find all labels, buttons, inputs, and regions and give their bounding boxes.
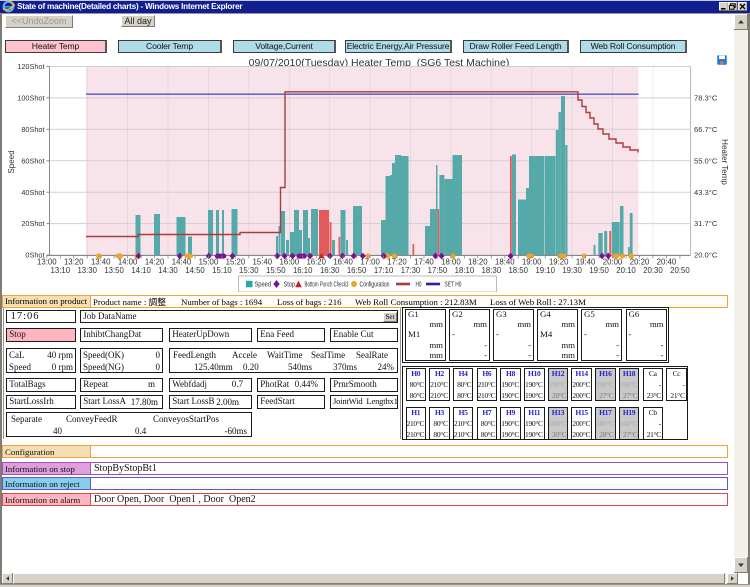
svg-text:Stop: Stop bbox=[284, 280, 296, 289]
svg-text:Speed: Speed bbox=[7, 150, 16, 173]
svg-text:20:30: 20:30 bbox=[643, 266, 663, 275]
svg-text:18:30: 18:30 bbox=[482, 266, 502, 275]
svg-text:16:50: 16:50 bbox=[347, 266, 367, 275]
svg-text:20:10: 20:10 bbox=[616, 266, 636, 275]
svg-text:16:30: 16:30 bbox=[320, 266, 340, 275]
svg-text:66.7°C: 66.7°C bbox=[694, 125, 718, 134]
svg-text:18:10: 18:10 bbox=[455, 266, 475, 275]
svg-text:15:50: 15:50 bbox=[266, 266, 286, 275]
svg-text:17:50: 17:50 bbox=[428, 266, 448, 275]
svg-text:20:50: 20:50 bbox=[670, 266, 690, 275]
svg-text:19:30: 19:30 bbox=[562, 266, 582, 275]
svg-text:15:10: 15:10 bbox=[212, 266, 232, 275]
svg-text:SET H0: SET H0 bbox=[445, 280, 462, 289]
svg-text:Speed: Speed bbox=[255, 280, 272, 289]
svg-text:43.3°C: 43.3°C bbox=[694, 188, 718, 197]
svg-text:100Shot: 100Shot bbox=[17, 94, 44, 103]
svg-text:14:50: 14:50 bbox=[185, 266, 205, 275]
svg-text:14:30: 14:30 bbox=[158, 266, 178, 275]
svg-text:Bottom Punch Check3: Bottom Punch Check3 bbox=[305, 280, 349, 289]
svg-text:60Shot: 60Shot bbox=[21, 156, 44, 165]
svg-text:H0: H0 bbox=[416, 280, 422, 289]
svg-text:13:10: 13:10 bbox=[51, 266, 71, 275]
svg-text:16:10: 16:10 bbox=[293, 266, 313, 275]
svg-text:31.7°C: 31.7°C bbox=[694, 219, 718, 228]
svg-text:55.0°C: 55.0°C bbox=[694, 156, 718, 165]
svg-text:14:10: 14:10 bbox=[131, 266, 151, 275]
svg-text:15:30: 15:30 bbox=[239, 266, 259, 275]
svg-text:20Shot: 20Shot bbox=[21, 219, 44, 228]
svg-text:20.0°C: 20.0°C bbox=[694, 251, 718, 260]
svg-text:40Shot: 40Shot bbox=[21, 188, 44, 197]
svg-text:17:10: 17:10 bbox=[374, 266, 394, 275]
svg-text:80Shot: 80Shot bbox=[21, 125, 44, 134]
svg-text:13:50: 13:50 bbox=[104, 266, 124, 275]
svg-text:18:50: 18:50 bbox=[508, 266, 528, 275]
svg-text:Configuration: Configuration bbox=[360, 280, 390, 289]
svg-text:19:50: 19:50 bbox=[589, 266, 609, 275]
svg-text:78.3°C: 78.3°C bbox=[694, 94, 718, 103]
svg-text:13:30: 13:30 bbox=[77, 266, 97, 275]
svg-text:17:30: 17:30 bbox=[401, 266, 421, 275]
svg-text:19:10: 19:10 bbox=[535, 266, 555, 275]
svg-text:120Shot: 120Shot bbox=[17, 62, 44, 71]
svg-text:Heater Temp: Heater Temp bbox=[720, 139, 729, 185]
